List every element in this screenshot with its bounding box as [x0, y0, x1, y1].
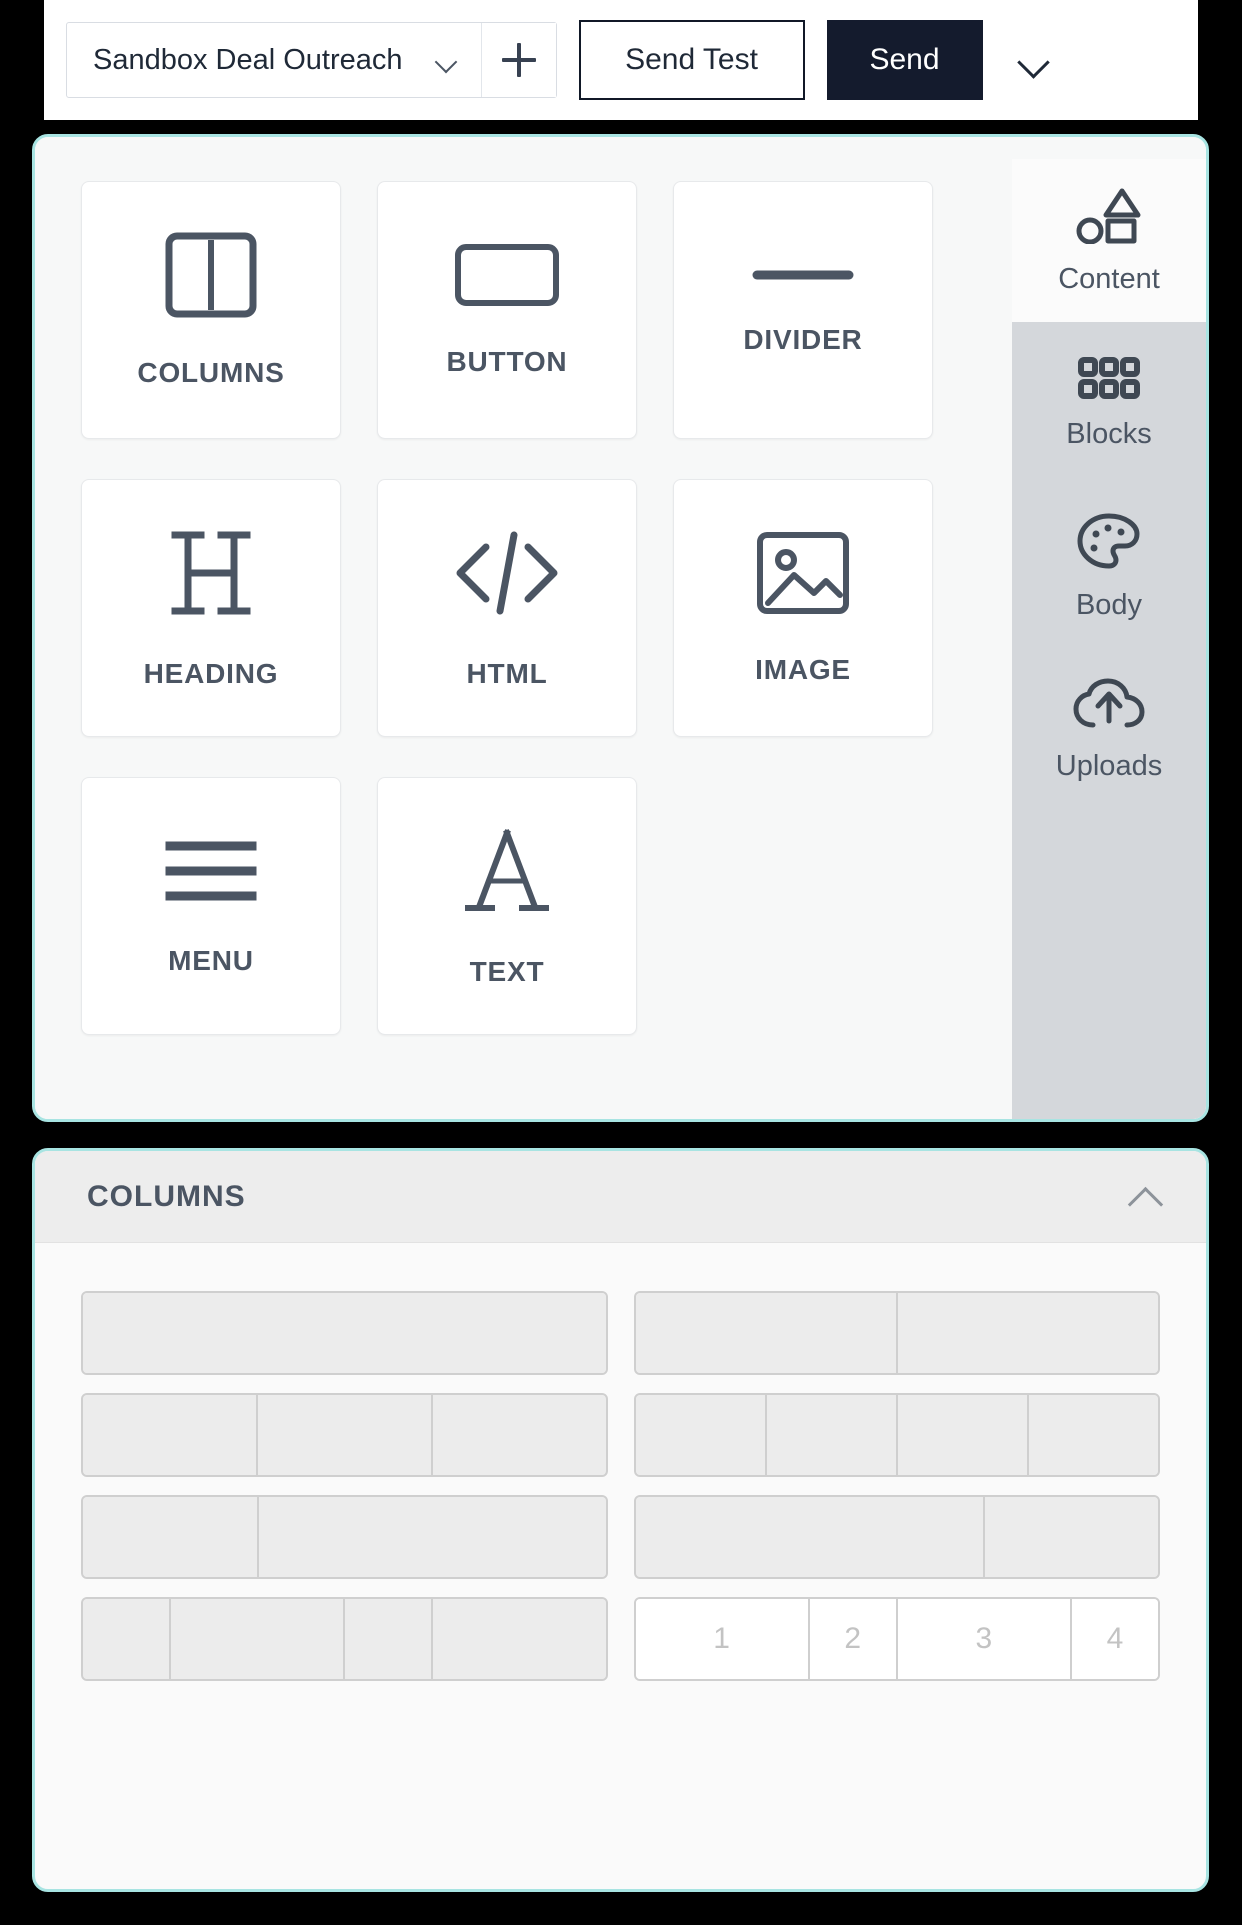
layout-option-one-column[interactable]	[81, 1291, 608, 1375]
layout-cell	[257, 1395, 433, 1475]
layout-cell	[345, 1599, 434, 1679]
campaign-name: Sandbox Deal Outreach	[93, 43, 403, 76]
layout-cell	[766, 1395, 898, 1475]
block-card-button[interactable]: BUTTON	[377, 181, 637, 439]
chevron-down-icon	[1019, 51, 1049, 69]
block-card-divider[interactable]: DIVIDER	[673, 181, 933, 439]
layout-cell	[258, 1497, 606, 1577]
layout-cell: 3	[897, 1599, 1072, 1679]
block-card-menu[interactable]: MENU	[81, 777, 341, 1035]
block-label: HTML	[466, 657, 548, 689]
layout-cell	[83, 1599, 172, 1679]
layout-cell	[635, 1395, 767, 1475]
layout-cell	[83, 1497, 259, 1577]
block-card-image[interactable]: IMAGE	[673, 479, 933, 737]
layout-cell: 1	[635, 1599, 810, 1679]
layout-cell	[897, 1293, 1158, 1373]
chevron-up-icon[interactable]	[1128, 1187, 1162, 1207]
send-test-button[interactable]: Send Test	[578, 20, 805, 100]
column-layout-options: 1234	[35, 1243, 1206, 1889]
tab-uploads[interactable]: Uploads	[1012, 648, 1206, 811]
shapes-icon	[1076, 186, 1142, 249]
top-toolbar: Sandbox Deal Outreach Send Test Send	[44, 0, 1198, 120]
plus-icon	[501, 43, 536, 77]
layout-cell	[83, 1293, 606, 1373]
block-label: COLUMNS	[137, 356, 285, 388]
image-icon	[756, 531, 850, 620]
columns-panel-header[interactable]: COLUMNS	[35, 1151, 1206, 1243]
block-label: BUTTON	[446, 345, 568, 377]
block-card-heading[interactable]: HEADING	[81, 479, 341, 737]
layout-cell	[897, 1395, 1029, 1475]
layout-cell	[984, 1497, 1158, 1577]
send-button[interactable]: Send	[826, 20, 983, 100]
campaign-combo: Sandbox Deal Outreach	[66, 22, 557, 98]
palette-icon	[1076, 512, 1142, 575]
columns-icon	[165, 232, 257, 323]
tab-rail-spacer	[1012, 811, 1206, 1119]
tab-label: Uploads	[1055, 749, 1163, 782]
block-label: MENU	[168, 944, 254, 976]
block-card-html[interactable]: HTML	[377, 479, 637, 737]
tab-body[interactable]: Body	[1012, 485, 1206, 648]
add-campaign-button[interactable]	[481, 23, 556, 97]
text-icon	[461, 825, 553, 922]
layout-cell: 4	[1071, 1599, 1158, 1679]
heading-icon	[168, 527, 254, 624]
layout-option-four-columns-numbered[interactable]: 1234	[633, 1597, 1160, 1681]
tab-label: Body	[1075, 588, 1143, 621]
campaign-select[interactable]: Sandbox Deal Outreach	[67, 23, 482, 97]
block-label: HEADING	[143, 657, 279, 689]
cloud-upload-icon	[1073, 677, 1145, 736]
block-label: TEXT	[469, 955, 545, 987]
layout-cell	[432, 1395, 606, 1475]
columns-panel: COLUMNS 1234	[32, 1148, 1209, 1892]
block-card-text[interactable]: TEXT	[377, 777, 637, 1035]
code-icon	[452, 527, 562, 624]
button-icon	[454, 243, 560, 312]
layout-option-four-columns-equal[interactable]	[633, 1393, 1160, 1477]
editor-tab-rail: Content Blocks Body Uploads	[1012, 137, 1206, 1119]
columns-panel-title: COLUMNS	[87, 1179, 246, 1213]
content-blocks-grid: COLUMNS BUTTON DIVIDER HEADING HTML IMAG…	[81, 181, 1012, 1035]
layout-cell	[635, 1497, 985, 1577]
layout-option-two-columns-one-third-two-thirds[interactable]	[81, 1495, 608, 1579]
layout-option-two-columns-equal[interactable]	[633, 1291, 1160, 1375]
layout-cell	[83, 1395, 258, 1475]
block-grid-empty-slot	[673, 777, 933, 1035]
grid-icon	[1078, 356, 1140, 404]
block-label: DIVIDER	[743, 323, 863, 355]
content-panel: COLUMNS BUTTON DIVIDER HEADING HTML IMAG…	[32, 134, 1209, 1122]
divider-icon	[751, 265, 855, 290]
layout-option-two-columns-two-thirds-one-third[interactable]	[633, 1495, 1160, 1579]
tab-label: Content	[1058, 262, 1160, 295]
chevron-down-icon	[437, 54, 459, 67]
layout-cell	[635, 1293, 898, 1373]
layout-option-three-columns-equal[interactable]	[81, 1393, 608, 1477]
block-card-columns[interactable]: COLUMNS	[81, 181, 341, 439]
layout-cell	[1028, 1395, 1158, 1475]
block-label: IMAGE	[755, 653, 851, 685]
tab-content[interactable]: Content	[1012, 159, 1206, 322]
layout-cell	[433, 1599, 606, 1679]
layout-cell	[171, 1599, 346, 1679]
layout-cell: 2	[809, 1599, 898, 1679]
layout-option-four-columns-mixed[interactable]	[81, 1597, 608, 1681]
content-blocks-area: COLUMNS BUTTON DIVIDER HEADING HTML IMAG…	[35, 137, 1012, 1119]
tab-blocks[interactable]: Blocks	[1012, 322, 1206, 485]
tab-label: Blocks	[1066, 417, 1152, 450]
send-options-button[interactable]	[1011, 20, 1057, 100]
menu-icon	[164, 836, 258, 911]
